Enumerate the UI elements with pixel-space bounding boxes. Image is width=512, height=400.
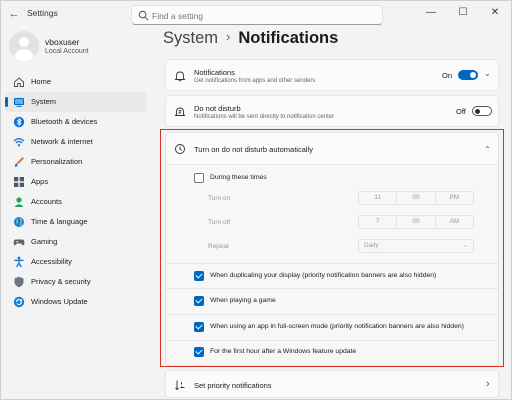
settings-window: ← Settings — ☐ ✕ vboxuser Local Account … [0, 0, 512, 400]
notifications-toggle[interactable] [458, 70, 478, 80]
sidebar-item-label: Time & language [31, 217, 88, 226]
avatar[interactable] [9, 31, 39, 61]
close-button[interactable]: ✕ [479, 1, 511, 25]
bell-snooze-icon [174, 107, 186, 116]
sidebar-item-accounts[interactable]: Accounts [5, 192, 147, 212]
breadcrumb-separator: › [226, 29, 231, 44]
sidebar-item-label: Network & internet [31, 137, 93, 146]
breadcrumb-parent[interactable]: System [163, 29, 218, 47]
sidebar-item-label: Apps [31, 177, 49, 186]
priority-sort-icon [175, 380, 185, 391]
bell-icon [174, 71, 186, 82]
notifications-row[interactable]: Notifications Get notifications from app… [165, 59, 499, 91]
priority-notifications-title: Set priority notifications [194, 381, 272, 390]
sidebar-item-apps[interactable]: Apps [5, 172, 147, 192]
sidebar-item-label: Home [31, 77, 52, 86]
wifi-icon [13, 138, 25, 147]
sidebar-item-label: Privacy & security [31, 277, 91, 286]
system-icon [14, 98, 24, 107]
account-type: Local Account [45, 48, 89, 55]
update-icon [13, 296, 25, 308]
sidebar-item-label: Windows Update [31, 297, 88, 306]
do-not-disturb-subtitle: Notifications will be sent directly to n… [194, 114, 335, 120]
accounts-icon [14, 197, 24, 207]
sidebar-item-label: Personalization [31, 157, 83, 166]
notifications-title: Notifications [194, 68, 235, 77]
apps-icon [14, 177, 24, 187]
home-icon [14, 77, 24, 87]
accessibility-icon [14, 256, 24, 268]
search-icon [138, 10, 149, 21]
sidebar-nav: Home System Bluetooth & devices Network … [5, 72, 147, 312]
do-not-disturb-title: Do not disturb [194, 104, 241, 113]
chevron-down-icon[interactable]: ⌄ [484, 69, 491, 78]
sidebar-item-bluetooth[interactable]: Bluetooth & devices [5, 112, 147, 132]
title-bar: ← Settings — ☐ ✕ [1, 1, 511, 27]
bluetooth-icon [13, 116, 25, 128]
highlight-box [160, 129, 504, 367]
sidebar-item-label: Gaming [31, 237, 58, 246]
notifications-subtitle: Get notifications from apps and other se… [194, 78, 316, 84]
gaming-icon [13, 239, 25, 246]
sidebar-item-time-language[interactable]: Time & language [5, 212, 147, 232]
notifications-state-label: On [442, 71, 453, 80]
sidebar-item-system[interactable]: System [5, 92, 147, 112]
shield-icon [14, 276, 24, 288]
sidebar-item-gaming[interactable]: Gaming [5, 232, 147, 252]
sidebar-item-accessibility[interactable]: Accessibility [5, 252, 147, 272]
sidebar-item-label: Bluetooth & devices [31, 117, 98, 126]
chevron-right-icon: › [486, 378, 490, 390]
globe-icon [14, 217, 24, 227]
sidebar-item-home[interactable]: Home [5, 72, 147, 92]
search-box[interactable] [131, 5, 383, 25]
sidebar-item-personalization[interactable]: Personalization [5, 152, 147, 172]
user-name: vboxuser [45, 37, 80, 47]
back-arrow-icon[interactable]: ← [7, 7, 21, 21]
search-input[interactable] [152, 9, 372, 22]
minimize-button[interactable]: — [415, 1, 447, 25]
sidebar-item-label: System [31, 97, 57, 106]
priority-notifications-row[interactable]: Set priority notifications › [165, 370, 499, 398]
do-not-disturb-toggle[interactable] [472, 106, 492, 116]
brush-icon [14, 157, 24, 167]
breadcrumb: System › Notifications [163, 29, 338, 48]
app-title: Settings [27, 8, 58, 18]
sidebar-item-windows-update[interactable]: Windows Update [5, 292, 147, 312]
page-title: Notifications [238, 29, 339, 47]
sidebar-item-label: Accessibility [31, 257, 72, 266]
do-not-disturb-row: Do not disturb Notifications will be sen… [165, 95, 499, 127]
sidebar-item-network[interactable]: Network & internet [5, 132, 147, 152]
do-not-disturb-state-label: Off [456, 107, 466, 116]
maximize-button[interactable]: ☐ [447, 1, 479, 25]
sidebar-item-privacy[interactable]: Privacy & security [5, 272, 147, 292]
sidebar-item-label: Accounts [31, 197, 62, 206]
